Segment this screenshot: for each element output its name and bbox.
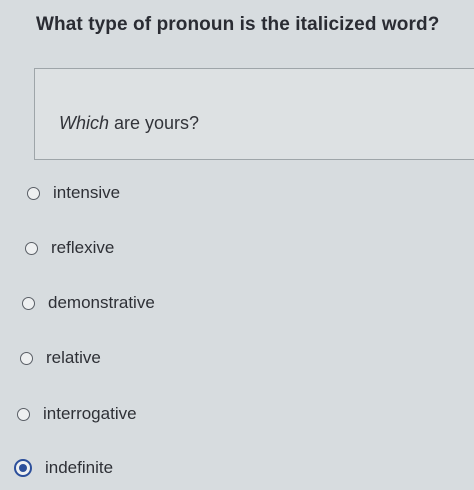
option-reflexive[interactable]: reflexive: [25, 238, 114, 258]
option-label: intensive: [53, 183, 121, 202]
option-interrogative[interactable]: interrogative: [17, 404, 137, 424]
radio-button[interactable]: [20, 351, 33, 365]
option-label: indefinite: [45, 458, 114, 477]
option-demonstrative[interactable]: demonstrative: [22, 293, 155, 313]
answer-options: intensive reflexive demonstrative relati…: [0, 0, 474, 490]
option-label: interrogative: [43, 404, 137, 423]
radio-button-selected[interactable]: [14, 459, 32, 477]
radio-button[interactable]: [27, 186, 40, 200]
option-intensive[interactable]: intensive: [27, 183, 120, 203]
option-label: reflexive: [51, 238, 115, 257]
radio-button[interactable]: [17, 407, 30, 421]
option-label: demonstrative: [48, 293, 155, 312]
option-indefinite[interactable]: indefinite: [14, 458, 113, 478]
radio-button[interactable]: [22, 296, 35, 310]
option-relative[interactable]: relative: [20, 348, 101, 368]
option-label: relative: [46, 348, 101, 367]
radio-button[interactable]: [25, 241, 38, 255]
